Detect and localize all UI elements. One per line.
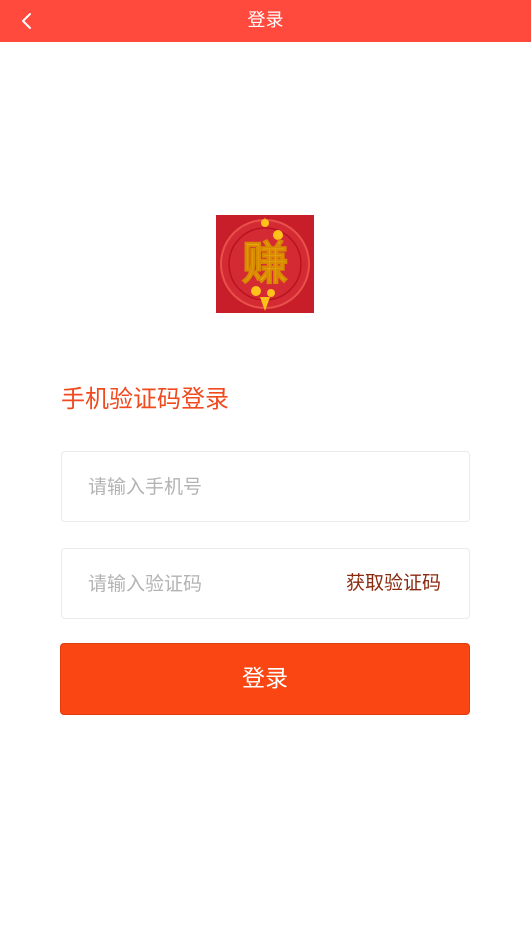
section-title: 手机验证码登录 (61, 385, 229, 413)
app-logo: 赚 (216, 215, 314, 313)
logo-glyph: 赚 (242, 236, 288, 290)
verification-code-input[interactable] (88, 549, 308, 618)
top-bar: 登录 (0, 0, 531, 42)
get-code-button[interactable]: 获取验证码 (346, 549, 441, 618)
login-button[interactable]: 登录 (60, 643, 470, 715)
page-title: 登录 (247, 10, 284, 31)
login-screen: 登录 赚 手机验证码登录 获取验证码 登录 (0, 0, 531, 940)
phone-field (61, 451, 470, 522)
code-field: 获取验证码 (61, 548, 470, 619)
phone-input[interactable] (88, 452, 448, 521)
